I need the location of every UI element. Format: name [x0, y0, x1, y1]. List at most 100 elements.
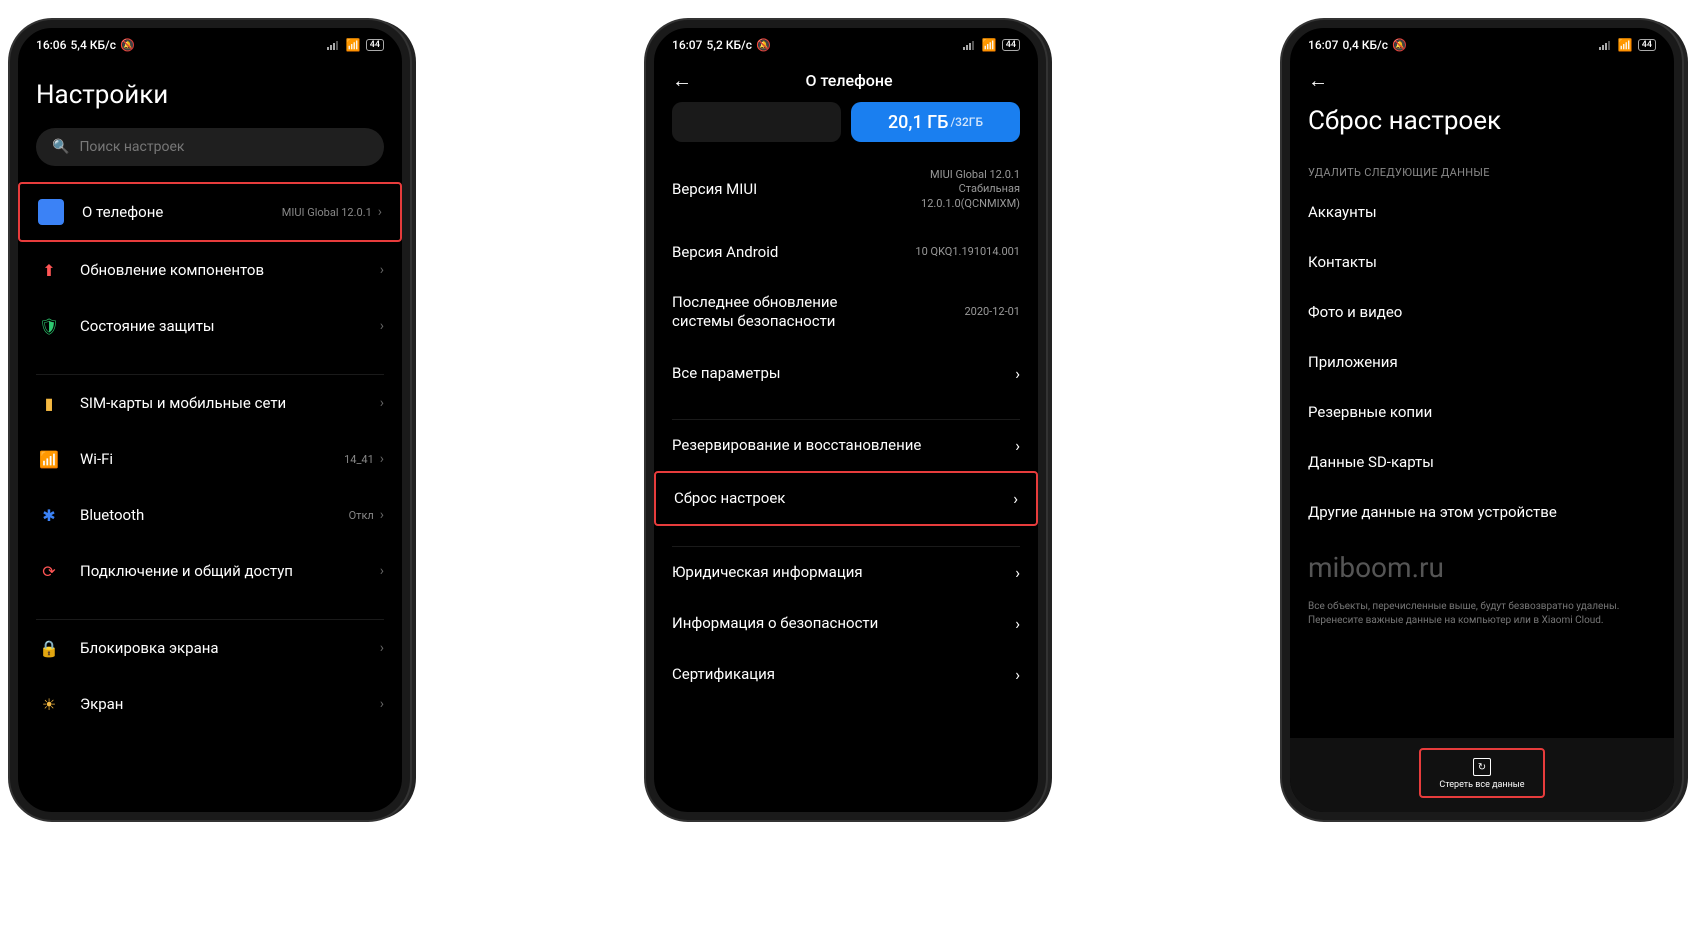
- row-android-version[interactable]: Версия Android 10 QKQ1.191014.001: [654, 227, 1038, 277]
- storage-used: 20,1 ГБ /32ГБ: [851, 102, 1020, 142]
- signal-icon: [963, 40, 977, 50]
- item-accounts: Аккаунты: [1290, 187, 1674, 237]
- header: ← О телефоне: [654, 58, 1038, 102]
- item-apps: Приложения: [1290, 337, 1674, 387]
- row-label: SIM-карты и мобильные сети: [80, 394, 380, 412]
- chevron-right-icon: ›: [380, 563, 384, 579]
- row-label: О телефоне: [82, 203, 282, 221]
- signal-icon: [327, 40, 341, 50]
- storage-used-value: 20,1 ГБ: [888, 112, 949, 133]
- row-update[interactable]: ⬆ Обновление компонентов ›: [18, 242, 402, 298]
- item-media: Фото и видео: [1290, 287, 1674, 337]
- row-display[interactable]: ☀ Экран ›: [18, 676, 402, 732]
- footnote: Все объекты, перечисленные выше, будут б…: [1290, 594, 1674, 637]
- search-input[interactable]: 🔍 Поиск настроек: [36, 128, 384, 166]
- chevron-right-icon: ›: [380, 262, 384, 278]
- chevron-right-icon: ›: [1015, 665, 1020, 684]
- status-time: 16:06: [36, 38, 66, 52]
- row-legal[interactable]: Юридическая информация ›: [654, 547, 1038, 598]
- row-wifi[interactable]: 📶 Wi-Fi 14_41 ›: [18, 431, 402, 487]
- battery-indicator: 44: [1002, 39, 1020, 51]
- update-icon: ⬆: [36, 257, 62, 283]
- chevron-right-icon: ›: [380, 507, 384, 523]
- chevron-right-icon: ›: [380, 395, 384, 411]
- shield-icon: 🛡: [36, 313, 62, 339]
- row-label: Экран: [80, 695, 380, 713]
- header-title: О телефоне: [708, 71, 990, 90]
- row-miui-version[interactable]: Версия MIUI MIUI Global 12.0.1 Стабильна…: [654, 152, 1038, 227]
- row-security[interactable]: 🛡 Состояние защиты ›: [18, 298, 402, 354]
- status-speed: 5,4 КБ/с: [70, 38, 116, 52]
- storage-dark: [672, 102, 841, 142]
- row-security-update[interactable]: Последнее обновление системы безопасност…: [654, 277, 1038, 348]
- row-sim[interactable]: ▮ SIM-карты и мобильные сети ›: [18, 375, 402, 431]
- page-title: Настройки: [18, 58, 402, 128]
- header: ←: [1290, 58, 1674, 102]
- row-value: 10 QKQ1.191014.001: [915, 245, 1020, 259]
- chevron-right-icon: ›: [1015, 364, 1020, 383]
- chevron-right-icon: ›: [380, 640, 384, 656]
- item-backups: Резервные копии: [1290, 387, 1674, 437]
- page-title: Сброс настроек: [1290, 102, 1674, 154]
- item-sd: Данные SD-карты: [1290, 437, 1674, 487]
- sim-icon: ▮: [36, 390, 62, 416]
- row-cert[interactable]: Сертификация ›: [654, 649, 1038, 700]
- battery-indicator: 44: [366, 39, 384, 51]
- row-safety[interactable]: Информация о безопасности ›: [654, 598, 1038, 649]
- row-label: Версия Android: [672, 243, 778, 261]
- row-bluetooth[interactable]: ✱ Bluetooth Откл ›: [18, 487, 402, 543]
- erase-all-button[interactable]: ↻ Стереть все данные: [1419, 748, 1544, 798]
- back-button[interactable]: ←: [672, 68, 692, 93]
- status-speed: 0,4 КБ/с: [1342, 38, 1388, 52]
- row-value: MIUI Global 12.0.1: [282, 206, 372, 219]
- item-contacts: Контакты: [1290, 237, 1674, 287]
- row-value: 14_41: [344, 453, 374, 466]
- row-label: Bluetooth: [80, 506, 349, 524]
- wifi-icon: 📶: [982, 38, 997, 52]
- row-label: Сертификация: [672, 665, 775, 683]
- back-button[interactable]: ←: [1308, 68, 1328, 93]
- storage-card[interactable]: 20,1 ГБ /32ГБ: [672, 102, 1020, 142]
- row-backup[interactable]: Резервирование и восстановление ›: [654, 420, 1038, 471]
- status-bar: 16:07 5,2 КБ/с 🔕 📶 44: [654, 28, 1038, 58]
- share-icon: ⟳: [36, 558, 62, 584]
- chevron-right-icon: ›: [380, 451, 384, 467]
- row-value: 2020-12-01: [964, 305, 1020, 319]
- chevron-right-icon: ›: [378, 204, 382, 220]
- signal-icon: [1599, 40, 1613, 50]
- status-bar: 16:06 5,4 КБ/с 🔕 📶 44: [18, 28, 402, 58]
- status-speed: 5,2 КБ/с: [706, 38, 752, 52]
- chevron-right-icon: ›: [1013, 489, 1018, 508]
- mute-icon: 🔕: [1392, 38, 1407, 52]
- mute-icon: 🔕: [756, 38, 771, 52]
- watermark: miboom.ru: [1290, 537, 1674, 594]
- row-value: Откл: [349, 509, 374, 522]
- row-label: Все параметры: [672, 364, 781, 382]
- lock-icon: 🔒: [36, 635, 62, 661]
- row-about-phone[interactable]: О телефоне MIUI Global 12.0.1 ›: [18, 182, 402, 242]
- row-label: Сброс настроек: [674, 489, 785, 507]
- row-reset[interactable]: Сброс настроек ›: [654, 471, 1038, 526]
- row-label: Резервирование и восстановление: [672, 436, 921, 454]
- phone-settings: 16:06 5,4 КБ/с 🔕 📶 44 Настройки 🔍 Поиск …: [10, 20, 410, 820]
- wifi-icon: 📶: [1618, 38, 1633, 52]
- item-other: Другие данные на этом устройстве: [1290, 487, 1674, 537]
- row-label: Wi-Fi: [80, 450, 344, 468]
- status-bar: 16:07 0,4 КБ/с 🔕 📶 44: [1290, 28, 1674, 58]
- chevron-right-icon: ›: [1015, 436, 1020, 455]
- chevron-right-icon: ›: [380, 696, 384, 712]
- storage-total: /32ГБ: [950, 115, 983, 129]
- chevron-right-icon: ›: [380, 318, 384, 334]
- status-time: 16:07: [1308, 38, 1338, 52]
- row-value: MIUI Global 12.0.1 Стабильная 12.0.1.0(Q…: [921, 168, 1020, 211]
- row-lock[interactable]: 🔒 Блокировка экрана ›: [18, 620, 402, 676]
- search-placeholder: Поиск настроек: [79, 139, 184, 155]
- row-all-params[interactable]: Все параметры ›: [654, 348, 1038, 399]
- row-share[interactable]: ⟳ Подключение и общий доступ ›: [18, 543, 402, 599]
- chevron-right-icon: ›: [1015, 563, 1020, 582]
- row-label: Состояние защиты: [80, 317, 380, 335]
- row-label: Подключение и общий доступ: [80, 562, 380, 580]
- bottom-bar: ↻ Стереть все данные: [1290, 738, 1674, 812]
- about-icon: [38, 199, 64, 225]
- bluetooth-icon: ✱: [36, 502, 62, 528]
